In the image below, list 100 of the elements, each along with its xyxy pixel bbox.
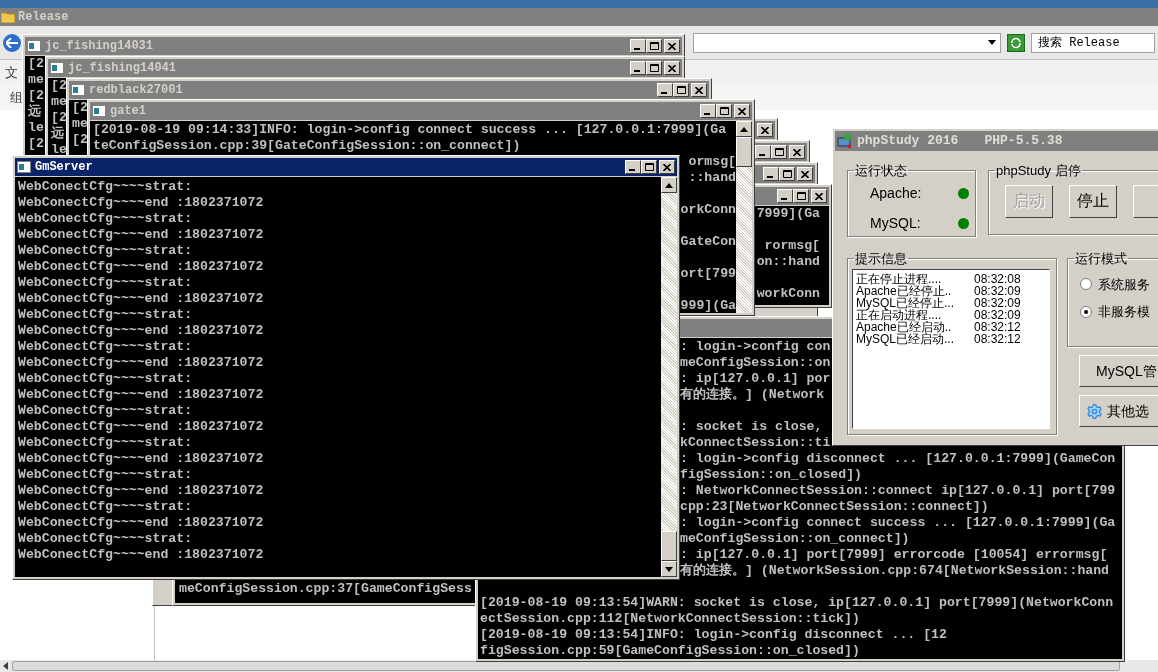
close-icon <box>793 148 801 156</box>
maximize-icon <box>649 42 659 50</box>
search-field[interactable]: 搜索 Release <box>1031 32 1155 53</box>
console-line: 7999](Ga <box>756 206 820 222</box>
minimize-button[interactable] <box>630 39 646 53</box>
console-line: WebConectCfg~~~~end :1802371072 <box>18 515 264 531</box>
left-arrow-icon <box>6 37 18 48</box>
close-button[interactable] <box>659 160 675 174</box>
service-button[interactable] <box>1133 184 1158 218</box>
radio-button[interactable] <box>1080 278 1092 291</box>
minimize-button[interactable] <box>755 145 771 159</box>
maximize-button[interactable] <box>641 160 657 174</box>
log-time: 08:32:12 <box>974 332 1021 345</box>
scrollbar-thumb[interactable] <box>736 137 752 167</box>
close-button[interactable] <box>734 104 750 118</box>
close-button[interactable] <box>664 61 680 75</box>
console-line: WebConectCfg~~~~strat: <box>18 211 193 227</box>
service-button[interactable]: 停止 <box>1069 184 1117 218</box>
log-text: Apache已经启动.. <box>856 320 953 333</box>
close-button[interactable] <box>789 145 805 159</box>
close-button[interactable] <box>811 189 827 203</box>
scroll-down-button[interactable] <box>661 561 677 577</box>
console-line: 999](Ga <box>680 298 736 313</box>
window-title: jc_fishing14031 <box>45 38 154 55</box>
maximize-button[interactable] <box>646 61 662 75</box>
console-line: me <box>72 116 88 132</box>
toolbar-item[interactable]: 组 <box>10 87 23 108</box>
minimize-icon <box>781 198 787 200</box>
group-label: 运行状态 <box>854 162 908 180</box>
console-line: [2 <box>28 88 44 104</box>
scroll-up-button[interactable] <box>661 177 677 193</box>
radio-label: 非服务模 <box>1098 303 1150 321</box>
scrollbar-thumb[interactable] <box>661 531 677 561</box>
minimize-button[interactable] <box>657 83 673 97</box>
close-button[interactable] <box>757 123 773 137</box>
console-line: [2019-08-19 09:13:54]INFO: login->config disconnect ... [12 <box>480 627 947 643</box>
console-line: WebConectCfg~~~~end :1802371072 <box>18 195 264 211</box>
close-button[interactable] <box>664 39 680 53</box>
minimize-button[interactable] <box>763 167 779 181</box>
minimize-button[interactable] <box>625 160 641 174</box>
address-field[interactable] <box>693 32 1001 53</box>
maximize-button[interactable] <box>779 167 795 181</box>
console-line: rormsg[ <box>764 238 820 254</box>
minimize-button[interactable] <box>777 189 793 203</box>
action-button[interactable]: MySQL管 <box>1079 355 1158 387</box>
up-arrow-icon <box>665 182 673 188</box>
caret-icon <box>988 40 996 45</box>
console-line: WebConectCfg~~~~strat: <box>18 531 193 547</box>
console-line: on::hand <box>756 254 820 270</box>
group-label: phpStudy 启停 <box>995 162 1082 180</box>
scroll-up-button[interactable] <box>736 121 752 137</box>
console-line: : NetworkConnectSession::connect ip[127.0.0.1] port[799 <box>680 483 1116 499</box>
maximize-button[interactable] <box>646 39 662 53</box>
console-line: WebConectCfg~~~~end :1802371072 <box>18 355 264 371</box>
close-icon <box>801 170 809 178</box>
close-button[interactable] <box>691 83 707 97</box>
close-icon <box>738 107 746 115</box>
maximize-button[interactable] <box>793 189 809 203</box>
back-button[interactable] <box>3 33 21 52</box>
window-title: gate1 <box>110 103 146 120</box>
console-line: : login->config con <box>680 339 831 355</box>
console-line: kConnectSession::ti <box>680 435 831 451</box>
service-label: MySQL: <box>870 213 922 233</box>
close-button[interactable] <box>797 167 813 181</box>
minimize-icon <box>661 92 667 94</box>
console-line: meConfigSession::on_connect]) <box>680 531 910 547</box>
maximize-button[interactable] <box>673 83 689 97</box>
window-title: phpStudy 2016 <box>857 132 959 151</box>
minimize-button[interactable] <box>700 104 716 118</box>
window-title: Release <box>18 9 69 26</box>
radio-button[interactable] <box>1080 305 1092 318</box>
close-icon <box>761 126 769 134</box>
log-text: MySQL已经启动... <box>856 332 955 345</box>
console-line: WebConectCfg~~~~end :1802371072 <box>18 419 264 435</box>
scrollbar[interactable] <box>661 177 677 577</box>
console-line: WebConectCfg~~~~strat: <box>18 467 193 483</box>
radio-label: 系统服务 <box>1098 275 1150 294</box>
maximize-button[interactable] <box>771 145 787 159</box>
console-line: [2 <box>28 56 44 72</box>
console-line: ::hand <box>688 170 736 186</box>
action-button[interactable]: 其他选 <box>1079 395 1158 427</box>
minimize-icon <box>634 70 640 72</box>
console-line: me <box>28 72 44 88</box>
maximize-button[interactable] <box>716 104 732 118</box>
console-line: ort[799 <box>680 266 736 282</box>
close-icon <box>815 192 823 200</box>
refresh-button[interactable] <box>1007 33 1025 52</box>
console-line: ormsg[ <box>688 154 736 170</box>
group-label: 提示信息 <box>854 250 908 268</box>
maximize-icon <box>649 64 659 72</box>
console-line: ectSession.cpp:112[NetworkConnectSession::tick]) <box>480 611 860 627</box>
console-line: WebConectCfg~~~~strat: <box>18 307 193 323</box>
horizontal-scrollbar[interactable] <box>0 660 1158 672</box>
menu-item[interactable]: 文 <box>5 62 18 83</box>
console-line: WebConectCfg~~~~strat: <box>18 275 193 291</box>
minimize-button[interactable] <box>630 61 646 75</box>
scrollbar[interactable] <box>736 121 752 313</box>
minimize-icon <box>704 113 710 115</box>
console-line: meConfigSession.cpp:37[GameConfigSess <box>179 581 472 597</box>
maximize-icon <box>676 86 686 94</box>
